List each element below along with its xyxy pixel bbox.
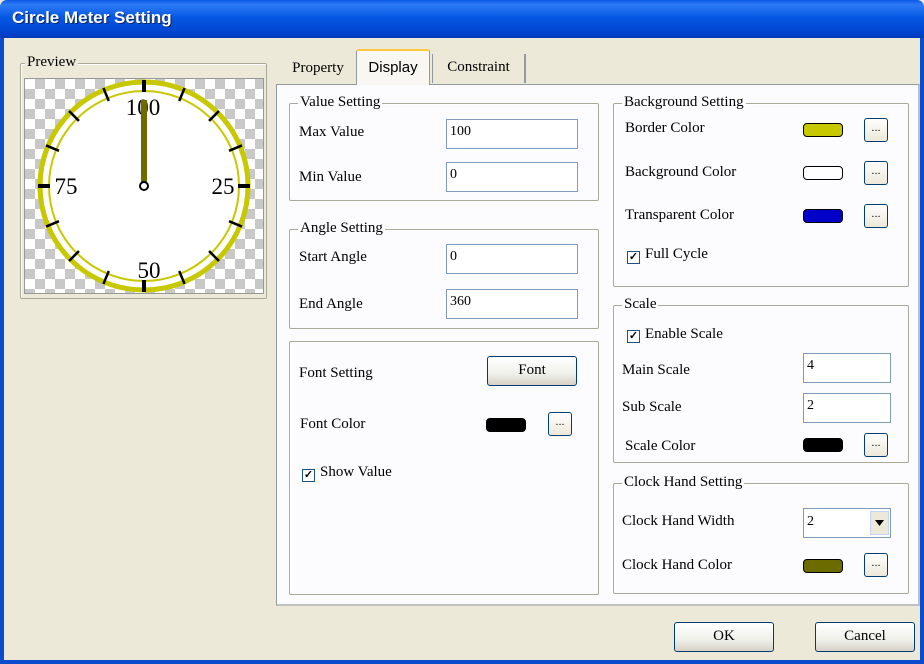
show-value-label: Show Value xyxy=(320,464,392,480)
show-value-checkbox[interactable]: ✓ xyxy=(302,469,315,482)
window-frame-right xyxy=(920,38,924,664)
window-frame-bottom xyxy=(0,660,924,664)
transparent-color-picker-button[interactable]: ... xyxy=(864,204,888,228)
full-cycle-checkbox[interactable]: ✓ xyxy=(627,251,640,264)
meter-label-bottom: 50 xyxy=(138,258,161,283)
end-angle-label: End Angle xyxy=(299,296,363,312)
font-color-picker-button[interactable]: ... xyxy=(548,412,572,436)
end-angle-input[interactable]: 360 xyxy=(446,289,578,319)
transparent-color-label: Transparent Color xyxy=(625,207,735,223)
max-value-input[interactable]: 100 xyxy=(446,119,578,149)
border-color-label: Border Color xyxy=(625,120,705,136)
sub-scale-label: Sub Scale xyxy=(622,399,682,415)
border-color-picker-button[interactable]: ... xyxy=(864,118,888,142)
background-color-picker-button[interactable]: ... xyxy=(864,161,888,185)
circle-meter-preview: 100 25 50 75 xyxy=(37,79,251,293)
clock-hand-width-value: 2 xyxy=(807,514,814,529)
title-bar[interactable]: Circle Meter Setting xyxy=(0,0,924,38)
main-scale-label: Main Scale xyxy=(622,362,690,378)
clock-hand-setting-group: Clock Hand Setting xyxy=(613,474,909,594)
meter-label-right: 25 xyxy=(212,174,235,199)
tab-display[interactable]: Display xyxy=(356,49,430,85)
background-color-swatch xyxy=(803,166,843,180)
clock-hand-color-swatch xyxy=(803,559,843,573)
scale-color-swatch xyxy=(803,438,843,452)
border-color-swatch xyxy=(803,123,843,137)
cancel-button-label: Cancel xyxy=(844,628,886,644)
enable-scale-checkbox[interactable]: ✓ xyxy=(627,330,640,343)
preview-canvas: 100 25 50 75 xyxy=(24,78,264,294)
max-value-label: Max Value xyxy=(299,124,365,140)
clock-hand-color-label: Clock Hand Color xyxy=(622,557,732,573)
sub-scale-input[interactable]: 2 xyxy=(803,393,891,423)
tab-display-label: Display xyxy=(368,59,418,76)
ok-button-label: OK xyxy=(713,628,735,644)
angle-setting-title: Angle Setting xyxy=(298,220,385,237)
meter-label-left: 75 xyxy=(55,174,78,199)
scale-color-picker-button[interactable]: ... xyxy=(864,433,888,457)
chevron-down-icon[interactable] xyxy=(870,511,889,535)
tab-property[interactable]: Property xyxy=(282,55,354,84)
full-cycle-label: Full Cycle xyxy=(645,246,708,262)
clock-hand-width-select[interactable]: 2 xyxy=(803,508,891,538)
start-angle-input[interactable]: 0 xyxy=(446,244,578,274)
start-angle-label: Start Angle xyxy=(299,249,367,265)
tab-property-label: Property xyxy=(292,60,344,76)
tab-constraint[interactable]: Constraint xyxy=(432,54,526,83)
value-setting-title: Value Setting xyxy=(298,94,383,111)
clock-hand-width-label: Clock Hand Width xyxy=(622,513,735,529)
font-setting-label: Font Setting xyxy=(299,365,373,381)
clock-hand-color-picker-button[interactable]: ... xyxy=(864,553,888,577)
font-button[interactable]: Font xyxy=(487,356,577,386)
font-color-label: Font Color xyxy=(300,416,366,432)
window-frame-left xyxy=(0,38,4,664)
cancel-button[interactable]: Cancel xyxy=(815,622,915,652)
font-color-swatch xyxy=(486,418,526,432)
background-setting-title: Background Setting xyxy=(622,94,746,111)
background-color-label: Background Color xyxy=(625,164,737,180)
transparent-color-swatch xyxy=(803,209,843,223)
tab-constraint-label: Constraint xyxy=(447,59,510,75)
scale-color-label: Scale Color xyxy=(625,438,696,454)
window-title: Circle Meter Setting xyxy=(12,8,172,27)
ok-button[interactable]: OK xyxy=(674,622,774,652)
main-scale-input[interactable]: 4 xyxy=(803,353,891,383)
font-button-label: Font xyxy=(518,362,546,378)
clock-hand-setting-title: Clock Hand Setting xyxy=(622,474,745,491)
meter-hub xyxy=(139,181,149,191)
preview-title: Preview xyxy=(25,54,79,71)
enable-scale-label: Enable Scale xyxy=(645,326,723,342)
scale-title: Scale xyxy=(622,296,659,313)
min-value-input[interactable]: 0 xyxy=(446,162,578,192)
min-value-label: Min Value xyxy=(299,169,362,185)
